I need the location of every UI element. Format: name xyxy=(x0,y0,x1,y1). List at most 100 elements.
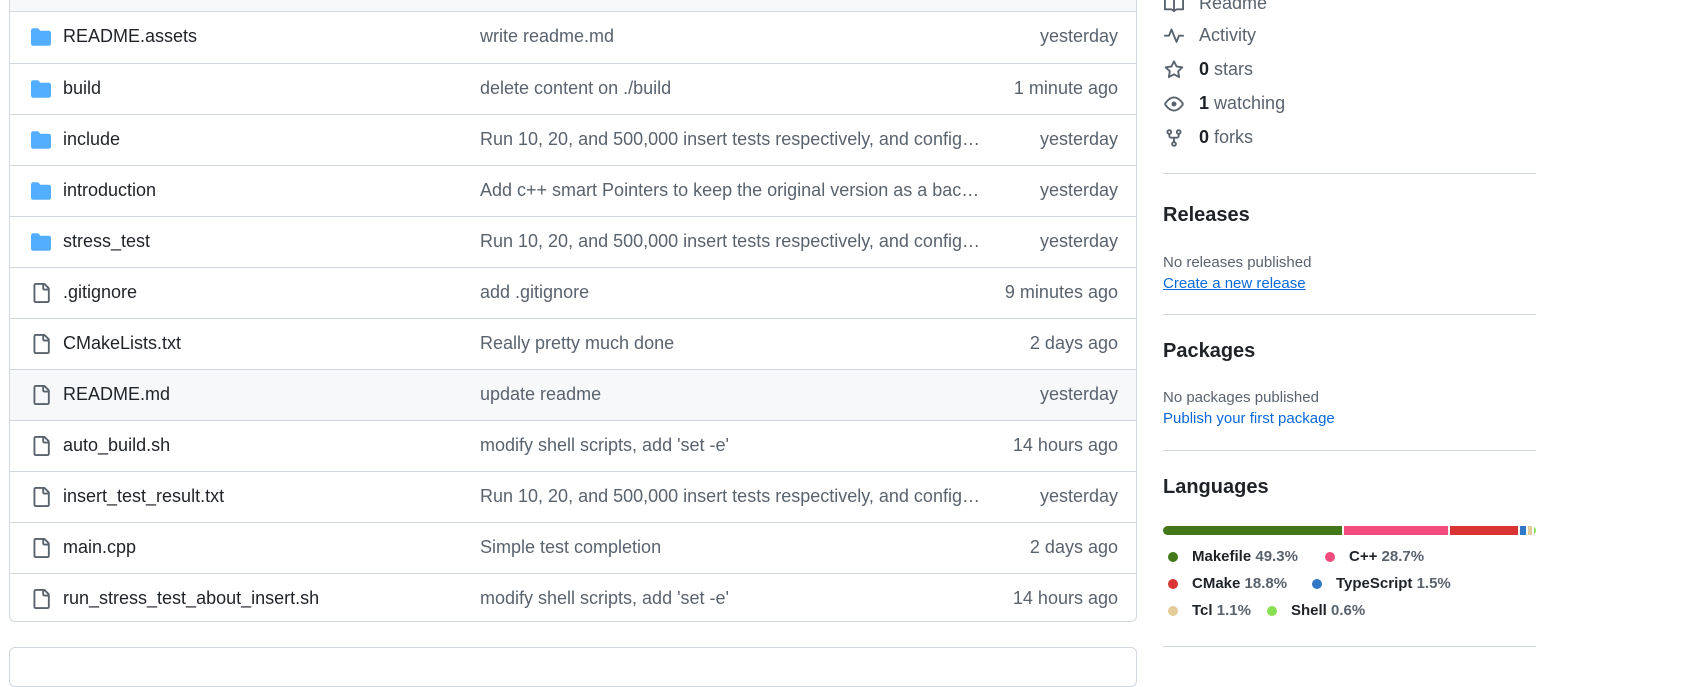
language-name: Tcl xyxy=(1192,602,1213,619)
sidebar-divider xyxy=(1163,173,1536,174)
file-row[interactable]: insert_test_result.txt Run 10, 20, and 50… xyxy=(10,471,1136,522)
commit-date: 2 days ago xyxy=(1029,537,1118,557)
commit-message-link[interactable]: Run 10, 20, and 500,000 insert tests res… xyxy=(480,129,980,150)
language-name: C++ xyxy=(1349,548,1378,565)
commit-date: 14 hours ago xyxy=(1012,435,1118,455)
commit-date: yesterday xyxy=(1039,129,1118,149)
language-bar-segment[interactable] xyxy=(1343,526,1449,535)
commit-date: 14 hours ago xyxy=(1012,588,1118,608)
file-row[interactable]: include Run 10, 20, and 500,000 insert te… xyxy=(10,114,1136,165)
publish-package-link[interactable]: Publish your first package xyxy=(1163,410,1335,427)
file-row[interactable]: main.cpp Simple test completion 2 days ago xyxy=(10,522,1136,573)
folder-icon xyxy=(31,233,51,251)
language-bar-segment[interactable] xyxy=(1520,526,1526,535)
language-color-dot xyxy=(1325,552,1335,562)
file-name-link[interactable]: insert_test_result.txt xyxy=(63,486,224,507)
create-release-link[interactable]: Create a new release xyxy=(1163,275,1306,292)
file-icon xyxy=(33,589,50,609)
language-bar-segment[interactable] xyxy=(1450,526,1519,535)
language-bar-segment[interactable] xyxy=(1163,526,1342,535)
file-name-link[interactable]: include xyxy=(63,129,120,150)
file-row[interactable]: auto_build.sh modify shell scripts, add '… xyxy=(10,420,1136,471)
language-bar-segment[interactable] xyxy=(1527,526,1532,535)
releases-heading[interactable]: Releases xyxy=(1163,204,1250,227)
file-icon xyxy=(33,283,50,303)
file-icon xyxy=(33,436,50,456)
file-name-link[interactable]: build xyxy=(63,78,101,99)
folder-icon xyxy=(31,28,51,46)
commit-message-link[interactable]: Really pretty much done xyxy=(480,333,980,354)
commit-date: yesterday xyxy=(1039,180,1118,200)
commit-message-link[interactable]: modify shell scripts, add 'set -e' xyxy=(480,435,980,456)
language-color-dot xyxy=(1267,606,1277,616)
repo-forked-icon xyxy=(1166,129,1182,147)
commit-message-link[interactable]: add .gitignore xyxy=(480,282,980,303)
file-name-link[interactable]: run_stress_test_about_insert.sh xyxy=(63,588,319,609)
file-icon xyxy=(33,487,50,507)
language-percent: 1.1% xyxy=(1216,602,1251,619)
packages-empty-text: No packages published xyxy=(1163,389,1319,406)
languages-bar xyxy=(1163,526,1536,535)
file-list: README.assets write readme.md yesterday bui… xyxy=(10,12,1136,621)
file-name-link[interactable]: auto_build.sh xyxy=(63,435,170,456)
language-percent: 49.3% xyxy=(1255,548,1298,565)
language-name: Makefile xyxy=(1192,548,1252,565)
eye-icon xyxy=(1164,96,1184,112)
file-row[interactable]: stress_test Run 10, 20, and 500,000 inser… xyxy=(10,216,1136,267)
language-percent: 18.8% xyxy=(1244,575,1288,592)
watching-count: 1 xyxy=(1199,93,1210,113)
file-name-link[interactable]: README.assets xyxy=(63,26,197,47)
commit-message-link[interactable]: Run 10, 20, and 500,000 insert tests res… xyxy=(480,231,980,252)
commit-date: yesterday xyxy=(1039,26,1118,46)
file-row[interactable]: README.md update readme yesterday xyxy=(10,369,1136,420)
commit-message-link[interactable]: modify shell scripts, add 'set -e' xyxy=(480,588,980,609)
language-color-dot xyxy=(1168,606,1178,616)
file-row[interactable]: introduction Add c++ smart Pointers to ke… xyxy=(10,165,1136,216)
commit-message-link[interactable]: delete content on ./build xyxy=(480,78,980,99)
language-percent: 0.6% xyxy=(1331,602,1366,619)
book-icon xyxy=(1164,0,1185,13)
file-row[interactable]: run_stress_test_about_insert.sh modify sh… xyxy=(10,573,1136,621)
folder-icon xyxy=(31,131,51,149)
file-icon xyxy=(33,334,50,354)
file-name-link[interactable]: CMakeLists.txt xyxy=(63,333,181,354)
language-color-dot xyxy=(1168,552,1178,562)
commit-message-link[interactable]: update readme xyxy=(480,384,980,405)
folder-icon xyxy=(31,80,51,98)
language-bar-segment[interactable] xyxy=(1533,526,1536,535)
forks-label: forks xyxy=(1214,127,1254,147)
star-icon xyxy=(1164,60,1184,79)
language-color-dot xyxy=(1312,579,1322,589)
file-name-link[interactable]: stress_test xyxy=(63,231,150,252)
language-name: TypeScript xyxy=(1336,575,1413,592)
file-row[interactable]: build delete content on ./build 1 minute a… xyxy=(10,63,1136,114)
releases-empty-text: No releases published xyxy=(1163,254,1312,271)
packages-heading[interactable]: Packages xyxy=(1163,340,1255,363)
activity-label: Activity xyxy=(1199,25,1257,45)
languages-heading: Languages xyxy=(1163,476,1269,498)
language-color-dot xyxy=(1168,579,1178,589)
file-name-link[interactable]: .gitignore xyxy=(63,282,137,303)
language-percent: 1.5% xyxy=(1416,575,1451,592)
file-name-link[interactable]: main.cpp xyxy=(63,537,136,558)
watching-label: watching xyxy=(1214,93,1286,113)
folder-icon xyxy=(31,182,51,200)
commit-date: 2 days ago xyxy=(1029,333,1118,353)
file-row[interactable]: .gitignore add .gitignore 9 minutes ago xyxy=(10,267,1136,318)
file-row[interactable]: CMakeLists.txt Really pretty much done 2 d… xyxy=(10,318,1136,369)
commit-date: 9 minutes ago xyxy=(1004,282,1118,302)
file-name-link[interactable]: README.md xyxy=(63,384,170,405)
commit-message-link[interactable]: Run 10, 20, and 500,000 insert tests res… xyxy=(480,486,980,507)
sidebar-divider xyxy=(1163,450,1536,451)
readme-label: Readme xyxy=(1199,0,1268,13)
file-name-link[interactable]: introduction xyxy=(63,180,156,201)
commit-date: 1 minute ago xyxy=(1013,78,1118,98)
commit-date: yesterday xyxy=(1039,384,1118,404)
file-row[interactable]: README.assets write readme.md yesterday xyxy=(10,12,1136,63)
commit-message-link[interactable]: Add c++ smart Pointers to keep the origi… xyxy=(480,180,980,201)
file-table: README.assets write readme.md yesterday bui… xyxy=(9,0,1137,622)
pulse-icon xyxy=(1164,28,1184,43)
commit-date: yesterday xyxy=(1039,231,1118,251)
commit-message-link[interactable]: write readme.md xyxy=(480,26,980,47)
commit-message-link[interactable]: Simple test completion xyxy=(480,537,980,558)
